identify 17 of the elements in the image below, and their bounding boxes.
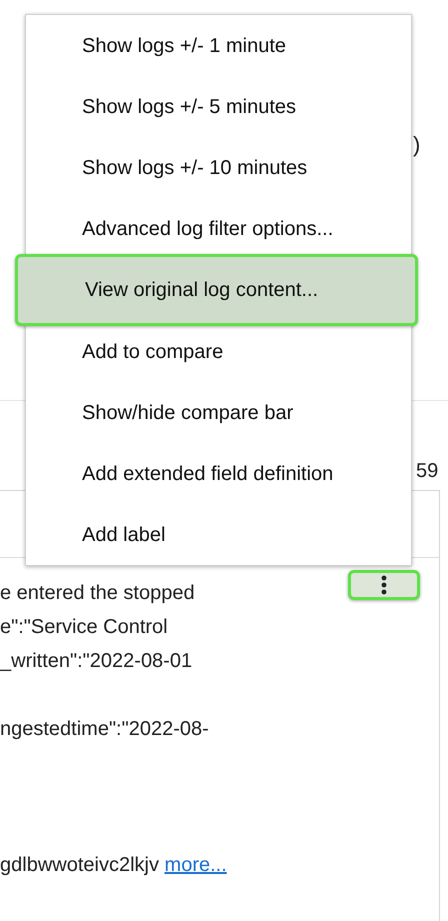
menu-item[interactable]: Show logs +/- 1 minute xyxy=(26,15,411,76)
partial-text: ) xyxy=(413,131,420,159)
more-options-button[interactable] xyxy=(348,570,420,600)
log-text: e entered the stopped xyxy=(0,581,195,606)
count-text: 59 xyxy=(416,459,438,484)
log-text: e":"Service Control xyxy=(0,615,168,640)
menu-item[interactable]: Show/hide compare bar xyxy=(26,382,411,443)
menu-item[interactable]: Show logs +/- 10 minutes xyxy=(26,137,411,198)
more-link[interactable]: more... xyxy=(164,854,227,876)
log-text: gdlbwwoteivc2lkjv xyxy=(0,854,159,876)
menu-item[interactable]: View original log content... xyxy=(15,254,418,326)
log-text: _written":"2022-08-01 xyxy=(0,649,192,674)
menu-item[interactable]: Add label xyxy=(26,504,411,565)
log-text: ngestedtime":"2022-08- xyxy=(0,717,209,742)
menu-item[interactable]: Show logs +/- 5 minutes xyxy=(26,76,411,137)
menu-item[interactable]: Add extended field definition xyxy=(26,443,411,504)
kebab-icon xyxy=(381,575,387,595)
